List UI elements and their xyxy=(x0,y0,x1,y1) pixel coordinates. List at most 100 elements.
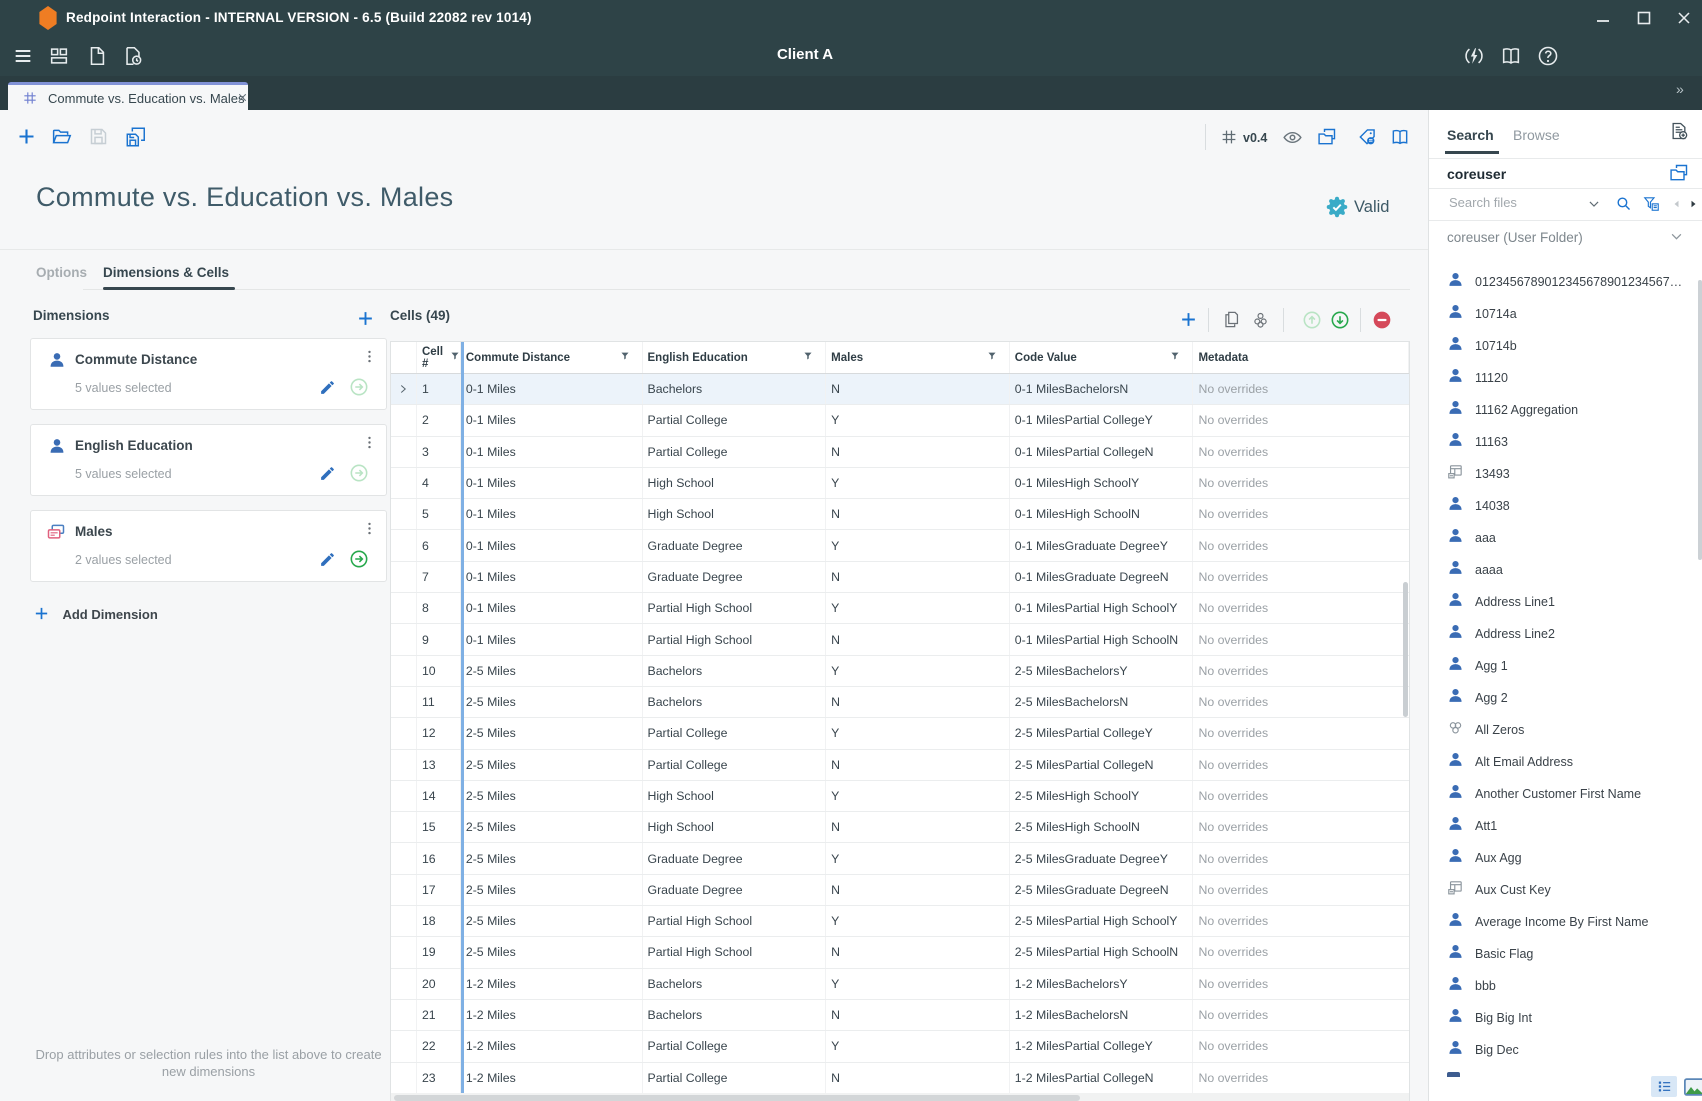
image-view-toggle[interactable] xyxy=(1681,1076,1702,1097)
table-row[interactable]: 162-5 MilesGraduate DegreeY2-5 MilesGrad… xyxy=(391,843,1409,874)
copy-cells-icon[interactable] xyxy=(1222,310,1241,334)
search-query[interactable]: coreuser xyxy=(1447,166,1506,182)
kebab-menu-icon[interactable] xyxy=(361,520,378,542)
layouts-icon[interactable] xyxy=(48,45,70,72)
file-list-item[interactable]: All Zeros xyxy=(1429,714,1697,746)
tab-commute-vs-education-vs-males[interactable]: Commute vs. Education vs. Males xyxy=(8,82,248,113)
file-list-item[interactable]: Alt Email Address xyxy=(1429,746,1697,778)
tab-overflow-chevron[interactable]: » xyxy=(1676,81,1684,97)
column-header-cell-[interactable]: Cell # xyxy=(417,342,461,373)
generate-cells-icon[interactable] xyxy=(1251,310,1270,334)
go-to-dimension-icon[interactable] xyxy=(349,377,369,402)
maximize-button[interactable] xyxy=(1630,8,1658,32)
horizontal-scrollbar[interactable] xyxy=(391,1093,1409,1101)
file-list-item[interactable]: 11120 xyxy=(1429,362,1697,394)
table-row[interactable]: 30-1 MilesPartial CollegeN0-1 MilesParti… xyxy=(391,437,1409,468)
tag-database-icon[interactable] xyxy=(1357,127,1377,152)
file-list-item[interactable]: 0123456789012345678901234567890123456789… xyxy=(1429,266,1697,298)
table-row[interactable]: 231-2 MilesPartial CollegeN1-2 MilesPart… xyxy=(391,1063,1409,1094)
documentation-icon[interactable] xyxy=(1500,45,1522,72)
filter-funnel-icon[interactable] xyxy=(620,351,630,364)
search-options-chevron-icon[interactable] xyxy=(1587,197,1601,216)
table-row[interactable]: 90-1 MilesPartial High SchoolN0-1 MilesP… xyxy=(391,624,1409,655)
preview-eye-icon[interactable] xyxy=(1282,127,1303,153)
close-button[interactable] xyxy=(1670,8,1698,32)
table-row[interactable]: 40-1 MilesHigh SchoolY0-1 MilesHigh Scho… xyxy=(391,468,1409,499)
sidebar-tab-search[interactable]: Search xyxy=(1447,127,1494,143)
reference-book-icon[interactable] xyxy=(1390,127,1410,152)
kebab-menu-icon[interactable] xyxy=(361,348,378,370)
add-cell-button[interactable] xyxy=(1179,310,1198,334)
edit-pencil-icon[interactable] xyxy=(319,465,336,487)
connection-icon[interactable] xyxy=(1463,45,1485,72)
file-list-item[interactable]: Another Customer First Name xyxy=(1429,778,1697,810)
column-header-males[interactable]: Males xyxy=(826,342,1010,373)
file-list-item[interactable]: Big Big Int xyxy=(1429,1002,1697,1034)
file-list-item[interactable]: aaaa xyxy=(1429,554,1697,586)
next-result-icon[interactable] xyxy=(1687,197,1699,215)
row-expander-icon[interactable] xyxy=(391,374,417,404)
table-row[interactable]: 221-2 MilesPartial CollegeY1-2 MilesPart… xyxy=(391,1031,1409,1062)
file-list-item[interactable]: Att1 xyxy=(1429,810,1697,842)
table-row[interactable]: 182-5 MilesPartial High SchoolY2-5 Miles… xyxy=(391,906,1409,937)
tab-dimensions-cells[interactable]: Dimensions & Cells xyxy=(103,265,229,280)
table-row[interactable]: 80-1 MilesPartial High SchoolY0-1 MilesP… xyxy=(391,593,1409,624)
table-row[interactable]: 152-5 MilesHigh SchoolN2-5 MilesHigh Sch… xyxy=(391,812,1409,843)
list-view-toggle[interactable] xyxy=(1651,1076,1677,1097)
open-file-copy-icon[interactable] xyxy=(1669,163,1689,188)
file-list-item[interactable]: Big Dec xyxy=(1429,1034,1697,1066)
table-row[interactable]: 112-5 MilesBachelorsN2-5 MilesBachelorsN… xyxy=(391,687,1409,718)
move-cell-up-button[interactable] xyxy=(1302,310,1322,335)
file-list-item[interactable]: Average Income By First Name xyxy=(1429,906,1697,938)
new-button[interactable] xyxy=(16,126,37,152)
vertical-scrollbar[interactable] xyxy=(1403,582,1408,717)
collapse-folder-chevron-icon[interactable] xyxy=(1669,229,1684,249)
table-row[interactable]: 122-5 MilesPartial CollegeY2-5 MilesPart… xyxy=(391,718,1409,749)
file-list-item[interactable]: 11162 Aggregation xyxy=(1429,394,1697,426)
go-to-dimension-icon[interactable] xyxy=(349,549,369,574)
sidebar-tab-browse[interactable]: Browse xyxy=(1513,127,1560,143)
go-to-dimension-icon[interactable] xyxy=(349,463,369,488)
table-row[interactable]: 102-5 MilesBachelorsY2-5 MilesBachelorsY… xyxy=(391,656,1409,687)
file-list-item[interactable]: Address Line1 xyxy=(1429,586,1697,618)
filter-funnel-icon[interactable] xyxy=(803,351,813,364)
table-row[interactable]: 201-2 MilesBachelorsY1-2 MilesBachelorsY… xyxy=(391,969,1409,1000)
version-label[interactable]: v0.4 xyxy=(1243,131,1267,145)
filter-funnel-icon[interactable] xyxy=(450,351,460,364)
tab-options[interactable]: Options xyxy=(36,265,87,280)
table-row[interactable]: 192-5 MilesPartial High SchoolN2-5 Miles… xyxy=(391,937,1409,968)
table-row[interactable]: 10-1 MilesBachelorsN0-1 MilesBachelorsNN… xyxy=(391,374,1409,405)
file-list-item[interactable]: 14038 xyxy=(1429,490,1697,522)
minimize-button[interactable] xyxy=(1589,8,1617,32)
search-icon[interactable] xyxy=(1615,195,1632,217)
table-row[interactable]: 70-1 MilesGraduate DegreeN0-1 MilesGradu… xyxy=(391,562,1409,593)
matrix-version-icon[interactable] xyxy=(1220,128,1238,151)
table-row[interactable]: 60-1 MilesGraduate DegreeY0-1 MilesGradu… xyxy=(391,530,1409,561)
tab-close-icon[interactable] xyxy=(236,91,249,109)
file-list-item[interactable]: Agg 2 xyxy=(1429,682,1697,714)
column-header-commute-distance[interactable]: Commute Distance xyxy=(461,342,643,373)
table-row[interactable]: 211-2 MilesBachelorsN1-2 MilesBachelorsN… xyxy=(391,1000,1409,1031)
column-header-metadata[interactable]: Metadata xyxy=(1193,342,1409,373)
table-row[interactable]: 132-5 MilesPartial CollegeN2-5 MilesPart… xyxy=(391,750,1409,781)
recent-files-icon[interactable] xyxy=(122,45,144,72)
edit-pencil-icon[interactable] xyxy=(319,551,336,573)
file-list-item[interactable]: aaa xyxy=(1429,522,1697,554)
file-list-item[interactable]: bbb xyxy=(1429,970,1697,1002)
move-cell-down-button[interactable] xyxy=(1330,310,1350,335)
prev-result-icon[interactable] xyxy=(1671,197,1683,215)
dimension-card-males[interactable]: Males 2 values selected xyxy=(30,510,387,582)
file-list-item[interactable]: 10714b xyxy=(1429,330,1697,362)
file-list-item[interactable]: Basic Flag xyxy=(1429,938,1697,970)
column-header-english-education[interactable]: English Education xyxy=(643,342,827,373)
table-row[interactable]: 20-1 MilesPartial CollegeY0-1 MilesParti… xyxy=(391,405,1409,436)
file-list-item[interactable]: Aux Agg xyxy=(1429,842,1697,874)
file-list-item[interactable]: Agg 1 xyxy=(1429,650,1697,682)
edit-pencil-icon[interactable] xyxy=(319,379,336,401)
new-file-icon[interactable] xyxy=(1669,121,1689,146)
open-button[interactable] xyxy=(51,126,72,152)
delete-cell-button[interactable] xyxy=(1372,310,1392,335)
sidebar-scrollbar[interactable] xyxy=(1698,280,1702,560)
file-list-item[interactable]: 11163 xyxy=(1429,426,1697,458)
filter-funnel-icon[interactable] xyxy=(1170,351,1180,364)
